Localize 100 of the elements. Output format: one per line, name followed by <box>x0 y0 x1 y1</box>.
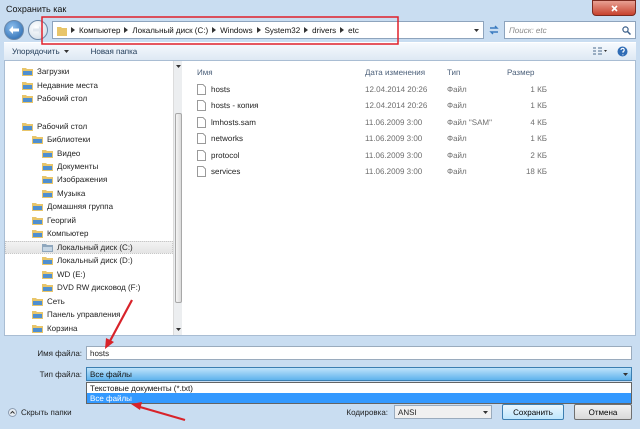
nav-item[interactable]: Георгий <box>5 214 173 228</box>
file-name[interactable]: hosts - копия <box>197 98 365 114</box>
folder-icon <box>22 94 33 104</box>
dropdown-caret-icon <box>623 372 628 376</box>
file-size: 4 КБ <box>529 116 548 129</box>
nav-item[interactable]: Сеть <box>5 294 173 308</box>
annotation-arrow <box>131 402 186 422</box>
nav-item[interactable]: Рабочий стол <box>5 92 173 106</box>
folder-icon <box>32 229 43 238</box>
breadcrumb-arrow-icon <box>71 27 75 33</box>
folder-icon <box>32 135 43 144</box>
hide-folders-button[interactable]: Скрыть папки <box>8 408 72 416</box>
column-header[interactable]: Размер <box>507 65 567 81</box>
column-header[interactable]: Дата изменения <box>365 65 447 81</box>
folder-icon <box>42 188 53 198</box>
nav-item[interactable]: Музыка <box>5 186 173 200</box>
refresh-icon[interactable] <box>488 25 500 35</box>
nav-item[interactable]: Рабочий стол <box>5 119 173 133</box>
nav-item[interactable]: Компьютер <box>5 227 173 241</box>
breadcrumb-arrow-icon <box>124 27 128 33</box>
nav-item[interactable]: WD (E:) <box>5 268 173 282</box>
nav-item[interactable]: Видео <box>5 146 173 160</box>
save-button[interactable]: Сохранить <box>502 404 564 420</box>
nav-item[interactable]: Изображения <box>5 173 173 187</box>
scroll-up-icon <box>176 64 180 69</box>
breadcrumb-arrow-icon <box>304 27 308 33</box>
file-date: 11.06.2009 3:00 <box>365 116 424 129</box>
nav-item[interactable]: Домашняя группа <box>5 200 173 214</box>
breadcrumb[interactable]: Локальный диск (C:) <box>124 26 208 34</box>
folder-icon <box>42 162 53 171</box>
breadcrumb[interactable]: etc <box>340 26 359 34</box>
folder-icon <box>32 296 43 306</box>
close-icon <box>610 4 618 12</box>
toolbar-button[interactable]: Новая папка <box>90 47 138 56</box>
file-icon <box>197 150 206 161</box>
file-type: Файл <box>447 100 468 112</box>
dropdown-caret-icon <box>483 410 488 414</box>
nav-item[interactable]: Локальный диск (C:) <box>5 240 173 254</box>
nav-item[interactable]: Корзина <box>5 322 173 336</box>
help-icon[interactable] <box>617 46 628 57</box>
folder-icon <box>32 310 43 320</box>
filename-field[interactable]: hosts <box>86 346 632 360</box>
breadcrumb-arrow-icon <box>256 27 261 33</box>
folder-icon <box>42 148 53 158</box>
filetype-select[interactable]: Все файлы <box>86 367 632 381</box>
file-type: Файл "SAM" <box>447 116 493 129</box>
file-icon <box>197 133 206 144</box>
search-field[interactable]: Поиск: etc <box>504 21 636 39</box>
encoding-select[interactable]: ANSI <box>394 405 492 419</box>
back-arrow-icon <box>9 26 19 34</box>
scrollbar[interactable] <box>173 61 182 335</box>
file-name[interactable]: hosts <box>197 81 365 98</box>
folder-icon <box>42 256 53 266</box>
file-date: 12.04.2014 20:26 <box>365 100 428 112</box>
breadcrumb[interactable]: Windows <box>212 26 253 34</box>
file-name[interactable]: protocol <box>197 147 365 164</box>
file-name[interactable]: services <box>197 164 365 180</box>
folder-icon <box>22 122 33 131</box>
toolbar-button[interactable]: Упорядочить <box>12 47 69 56</box>
breadcrumb[interactable]: drivers <box>304 26 336 34</box>
folder-icon <box>32 216 43 225</box>
view-icon[interactable] <box>593 47 607 56</box>
back-button[interactable] <box>4 20 24 40</box>
file-size: 1 КБ <box>529 133 548 146</box>
collapse-icon <box>8 408 17 416</box>
file-name[interactable]: networks <box>197 130 365 147</box>
search-icon <box>622 26 631 34</box>
close-button[interactable] <box>592 0 636 16</box>
file-icon <box>197 84 206 95</box>
breadcrumb[interactable]: System32 <box>256 26 300 34</box>
file-date: 11.06.2009 3:00 <box>365 133 424 146</box>
nav-item[interactable]: Панель управления <box>5 308 173 322</box>
nav-item[interactable]: Документы <box>5 160 173 174</box>
file-date: 11.06.2009 3:00 <box>365 150 424 162</box>
breadcrumb-arrow-icon <box>212 27 216 33</box>
file-date: 12.04.2014 20:26 <box>365 84 428 96</box>
forward-button[interactable] <box>28 20 48 40</box>
nav-item[interactable]: Локальный диск (D:) <box>5 254 173 268</box>
nav-item[interactable]: Загрузки <box>5 65 173 78</box>
column-header[interactable]: Тип <box>447 65 507 81</box>
nav-item[interactable]: Библиотеки <box>5 132 173 146</box>
file-icon <box>197 116 206 128</box>
folder-icon <box>42 270 53 279</box>
column-header[interactable]: Имя <box>197 65 365 81</box>
dropdown-caret-icon <box>474 28 479 32</box>
breadcrumb[interactable]: Компьютер <box>71 26 120 34</box>
file-type: Файл <box>447 84 468 96</box>
nav-item[interactable]: Недавние места <box>5 78 173 92</box>
filetype-label: Тип файла: <box>38 370 82 378</box>
file-size: 1 КБ <box>529 100 548 112</box>
file-type: Файл <box>447 166 468 178</box>
folder-icon <box>22 80 33 90</box>
folder-icon <box>57 24 67 36</box>
file-type: Файл <box>447 133 468 146</box>
folder-icon <box>32 202 43 212</box>
cancel-button[interactable]: Отмена <box>574 404 632 420</box>
file-name[interactable]: lmhosts.sam <box>197 114 365 130</box>
nav-item[interactable]: DVD RW дисковод (F:) <box>5 281 173 295</box>
forward-arrow-icon <box>33 26 43 34</box>
address-bar[interactable]: Компьютер Локальный диск (C:) Windows System32 drivers etc <box>52 21 484 39</box>
